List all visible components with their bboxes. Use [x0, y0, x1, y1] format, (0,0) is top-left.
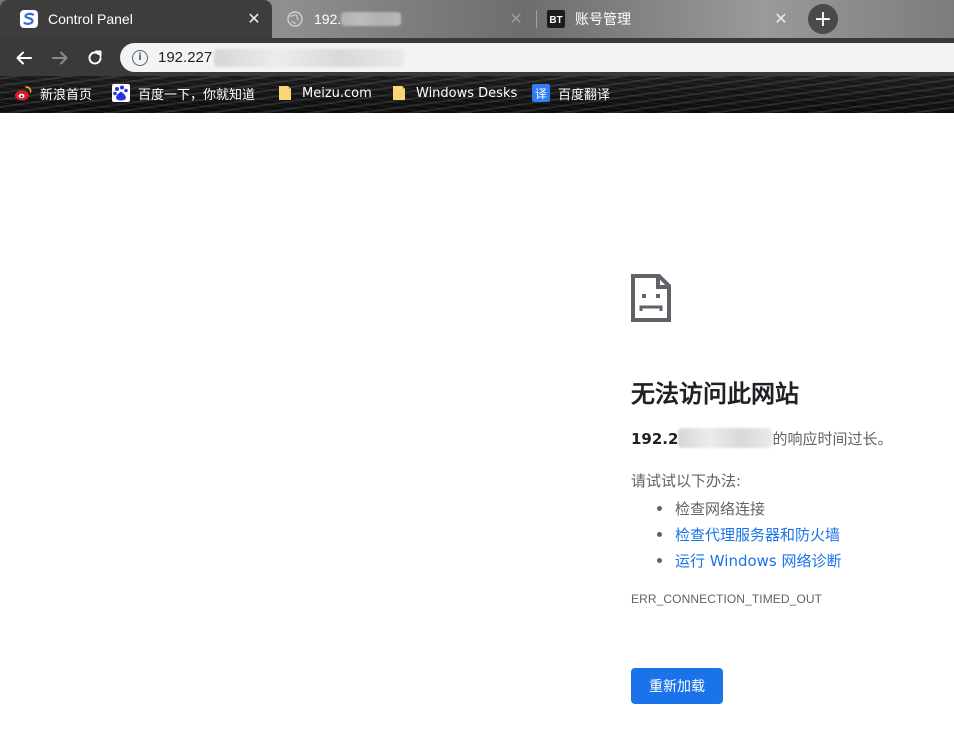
weibo-icon	[14, 84, 32, 102]
bookmark-label: Meizu.com	[302, 85, 372, 101]
address-bar[interactable]: i 192.227	[120, 43, 954, 72]
bookmark-meizu[interactable]: Meizu.com	[276, 83, 372, 103]
tab-account-management[interactable]: BT 账号管理 ✕	[537, 0, 799, 38]
bt-icon: BT	[547, 10, 565, 28]
error-summary: 192.2 的响应时间过长。	[631, 428, 892, 449]
plus-icon: +	[813, 6, 833, 32]
error-host: 192.2	[631, 430, 679, 448]
reload-page-button[interactable]: 重新加载	[631, 668, 723, 704]
toolbar: i 192.227	[0, 38, 954, 76]
tab-title: Control Panel	[48, 11, 133, 27]
suggestion-run-diagnostics-link[interactable]: 运行 Windows 网络诊断	[655, 548, 842, 574]
reload-button[interactable]	[82, 45, 108, 71]
forward-button[interactable]	[47, 45, 73, 71]
error-title: 无法访问此网站	[631, 380, 799, 408]
folder-icon	[390, 84, 408, 102]
tab-strip: Control Panel ✕ 192. ✕ BT 账号管理 ✕ +	[0, 0, 954, 38]
suggestions-label: 请试试以下办法:	[631, 472, 742, 490]
redacted-text	[341, 12, 402, 26]
suggestions-list: 检查网络连接 检查代理服务器和防火墙 运行 Windows 网络诊断	[655, 496, 842, 574]
suggestion-check-network: 检查网络连接	[655, 496, 842, 522]
reload-icon	[88, 50, 102, 65]
bookmark-baidu[interactable]: 百度一下，你就知道	[112, 83, 255, 103]
site-info-icon[interactable]: i	[132, 49, 148, 66]
close-tab-icon[interactable]: ✕	[771, 9, 791, 29]
tab-192[interactable]: 192. ✕	[272, 0, 534, 38]
redacted-text	[214, 48, 405, 67]
tab-title: 192.	[314, 11, 506, 27]
close-tab-icon[interactable]: ✕	[506, 9, 526, 29]
sad-page-icon	[631, 274, 671, 322]
redacted-text	[678, 428, 773, 448]
tab-title: 账号管理	[575, 11, 631, 27]
bookmark-baidu-translate[interactable]: 译 百度翻译	[532, 83, 610, 103]
svg-text:BT: BT	[549, 15, 562, 26]
error-code: ERR_CONNECTION_TIMED_OUT	[631, 592, 823, 606]
url-text: 192.227	[158, 49, 213, 66]
error-summary-suffix: 的响应时间过长。	[772, 430, 893, 448]
bookmark-sina[interactable]: 新浪首页	[14, 83, 92, 103]
browser-chrome: Control Panel ✕ 192. ✕ BT 账号管理 ✕ + i 192…	[0, 0, 954, 113]
folder-icon	[276, 84, 294, 102]
back-arrow-icon	[16, 51, 32, 65]
baidu-icon	[112, 84, 130, 102]
svg-text:译: 译	[535, 87, 547, 101]
globe-icon	[286, 10, 304, 28]
control-panel-icon	[20, 10, 38, 28]
bookmarks-bar: 新浪首页 百度一下，你就知道 Meizu.com Windows Desks 译…	[0, 76, 954, 110]
new-tab-button[interactable]: +	[808, 4, 838, 34]
tab-control-panel[interactable]: Control Panel ✕	[0, 0, 272, 38]
bookmark-label: Windows Desks	[416, 85, 518, 101]
bookmark-label: 百度一下，你就知道	[138, 87, 256, 103]
forward-arrow-icon	[52, 51, 68, 65]
back-button[interactable]	[11, 45, 37, 71]
close-tab-icon[interactable]: ✕	[244, 9, 264, 29]
bookmark-windows-desks[interactable]: Windows Desks	[390, 83, 517, 103]
bookmark-label: 新浪首页	[40, 87, 93, 103]
baidu-translate-icon: 译	[532, 84, 550, 102]
suggestion-check-proxy-link[interactable]: 检查代理服务器和防火墙	[655, 522, 842, 548]
bookmark-label: 百度翻译	[558, 87, 611, 103]
